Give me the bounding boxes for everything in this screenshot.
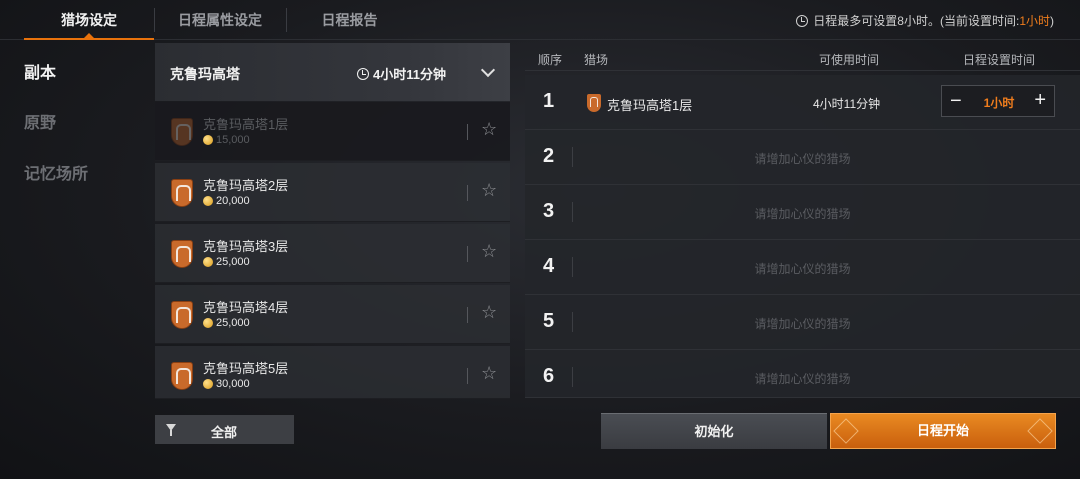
clock-icon <box>796 14 809 27</box>
dungeon-available-time: 4小时11分钟 <box>357 64 446 83</box>
empty-slot-hint: 请增加心仪的猎场 <box>754 372 851 386</box>
favorite-star-icon[interactable]: ☆ <box>481 364 497 382</box>
dungeon-group-header[interactable]: 克鲁玛高塔 4小时11分钟 <box>155 43 510 101</box>
category-memory-place[interactable]: 记忆场所 <box>24 160 88 184</box>
reset-button[interactable]: 初始化 <box>601 413 827 449</box>
hunt-name: 克鲁玛高塔3层 <box>203 239 289 254</box>
hunt-name: 克鲁玛高塔5层 <box>203 361 289 376</box>
schedule-row[interactable]: 4 请增加心仪的猎场 <box>525 240 1080 295</box>
notice-text: 日程最多可设置8小时。(当前设置时间: <box>813 14 1020 28</box>
adena-coin-icon <box>203 196 213 206</box>
hunt-cost: 30,000 <box>203 378 250 390</box>
start-schedule-button[interactable]: 日程开始 <box>830 413 1056 449</box>
header-order: 顺序 <box>538 53 563 67</box>
divider <box>467 307 468 323</box>
dungeon-time-value: 4小时11分钟 <box>373 67 446 82</box>
dungeon-gate-icon <box>587 94 601 112</box>
dungeon-group-title: 克鲁玛高塔 <box>170 66 240 82</box>
schedule-row[interactable]: 3 请增加心仪的猎场 <box>525 185 1080 240</box>
top-tab-bar: 猎场设定 日程属性设定 日程报告 日程最多可设置8小时。(当前设置时间:1小时) <box>0 0 1080 40</box>
dungeon-gate-icon <box>171 362 193 390</box>
filter-label: 全部 <box>211 425 238 440</box>
adena-coin-icon <box>203 379 213 389</box>
filter-dropdown[interactable]: 全部 <box>155 415 294 444</box>
active-tab-indicator <box>84 33 94 38</box>
header-hunt: 猎场 <box>584 53 609 67</box>
hunt-list-item[interactable]: 克鲁玛高塔1层 15,000 ☆ <box>155 102 510 161</box>
hunt-cost: 15,000 <box>203 134 250 146</box>
notice-current-time: 1小时 <box>1019 14 1050 28</box>
scheduled-hunt-name: 克鲁玛高塔1层 <box>607 98 693 113</box>
adena-coin-icon <box>203 257 213 267</box>
hunt-cost-value: 30,000 <box>216 378 250 390</box>
hunt-cost-value: 15,000 <box>216 134 250 146</box>
schedule-time-stepper[interactable]: − 1小时 + <box>941 85 1055 117</box>
schedule-table-header: 顺序 猎场 可使用时间 日程设置时间 <box>525 45 1080 71</box>
empty-slot-hint: 请增加心仪的猎场 <box>754 262 851 276</box>
hunt-name: 克鲁玛高塔4层 <box>203 300 289 315</box>
schedule-row[interactable]: 2 请增加心仪的猎场 <box>525 130 1080 185</box>
favorite-star-icon[interactable]: ☆ <box>481 303 497 321</box>
schedule-row[interactable]: 6 请增加心仪的猎场 <box>525 350 1080 398</box>
header-scheduled-time: 日程设置时间 <box>963 53 1036 67</box>
hunt-cost: 25,000 <box>203 256 250 268</box>
hunt-cost-value: 25,000 <box>216 256 250 268</box>
hunt-name: 克鲁玛高塔2层 <box>203 178 289 193</box>
hunt-cost-value: 25,000 <box>216 317 250 329</box>
hunt-list-item[interactable]: 克鲁玛高塔2层 20,000 ☆ <box>155 163 510 222</box>
divider <box>467 185 468 201</box>
header-available-time: 可使用时间 <box>819 53 880 67</box>
hunt-name: 克鲁玛高塔1层 <box>203 117 289 132</box>
diamond-ornament-icon <box>1027 418 1053 444</box>
row-number: 1 <box>543 90 555 112</box>
hunt-list-item[interactable]: 克鲁玛高塔3层 25,000 ☆ <box>155 224 510 283</box>
divider <box>467 246 468 262</box>
category-dungeon[interactable]: 副本 <box>24 59 56 83</box>
filter-icon <box>166 424 176 436</box>
dungeon-gate-icon <box>171 301 193 329</box>
tab-schedule-attributes[interactable]: 日程属性设定 <box>155 0 285 40</box>
divider <box>467 124 468 140</box>
dungeon-gate-icon <box>171 179 193 207</box>
schedule-row[interactable]: 1 克鲁玛高塔1层 4小时11分钟 − 1小时 + <box>525 75 1080 130</box>
tab-label: 猎场设定 <box>61 12 117 28</box>
divider <box>467 368 468 384</box>
hunt-list-item[interactable]: 克鲁玛高塔4层 25,000 ☆ <box>155 285 510 344</box>
hunt-cost-value: 20,000 <box>216 195 250 207</box>
scheduled-available-time: 4小时11分钟 <box>813 97 881 111</box>
chevron-down-icon[interactable] <box>480 62 496 78</box>
schedule-row[interactable]: 5 请增加心仪的猎场 <box>525 295 1080 350</box>
tab-hunting-ground-settings[interactable]: 猎场设定 <box>24 0 154 40</box>
tab-schedule-report[interactable]: 日程报告 <box>287 0 412 40</box>
adena-coin-icon <box>203 135 213 145</box>
favorite-star-icon[interactable]: ☆ <box>481 242 497 260</box>
empty-slot-hint: 请增加心仪的猎场 <box>754 317 851 331</box>
notice-suffix: ) <box>1050 14 1054 28</box>
category-field[interactable]: 原野 <box>24 109 56 133</box>
hunt-cost: 25,000 <box>203 317 250 329</box>
clock-icon <box>357 67 369 80</box>
hunt-cost: 20,000 <box>203 195 250 207</box>
dungeon-gate-icon <box>171 118 193 146</box>
schedule-limit-notice: 日程最多可设置8小时。(当前设置时间:1小时) <box>796 12 1054 29</box>
hunt-list-item[interactable]: 克鲁玛高塔5层 30,000 ☆ <box>155 346 510 399</box>
empty-slot-hint: 请增加心仪的猎场 <box>754 207 851 221</box>
increase-time-button[interactable]: + <box>1034 89 1046 111</box>
empty-slot-hint: 请增加心仪的猎场 <box>754 152 851 166</box>
diamond-ornament-icon <box>833 418 859 444</box>
dungeon-gate-icon <box>171 240 193 268</box>
favorite-star-icon[interactable]: ☆ <box>481 181 497 199</box>
favorite-star-icon[interactable]: ☆ <box>481 120 497 138</box>
start-schedule-label: 日程开始 <box>916 423 969 438</box>
adena-coin-icon <box>203 318 213 328</box>
